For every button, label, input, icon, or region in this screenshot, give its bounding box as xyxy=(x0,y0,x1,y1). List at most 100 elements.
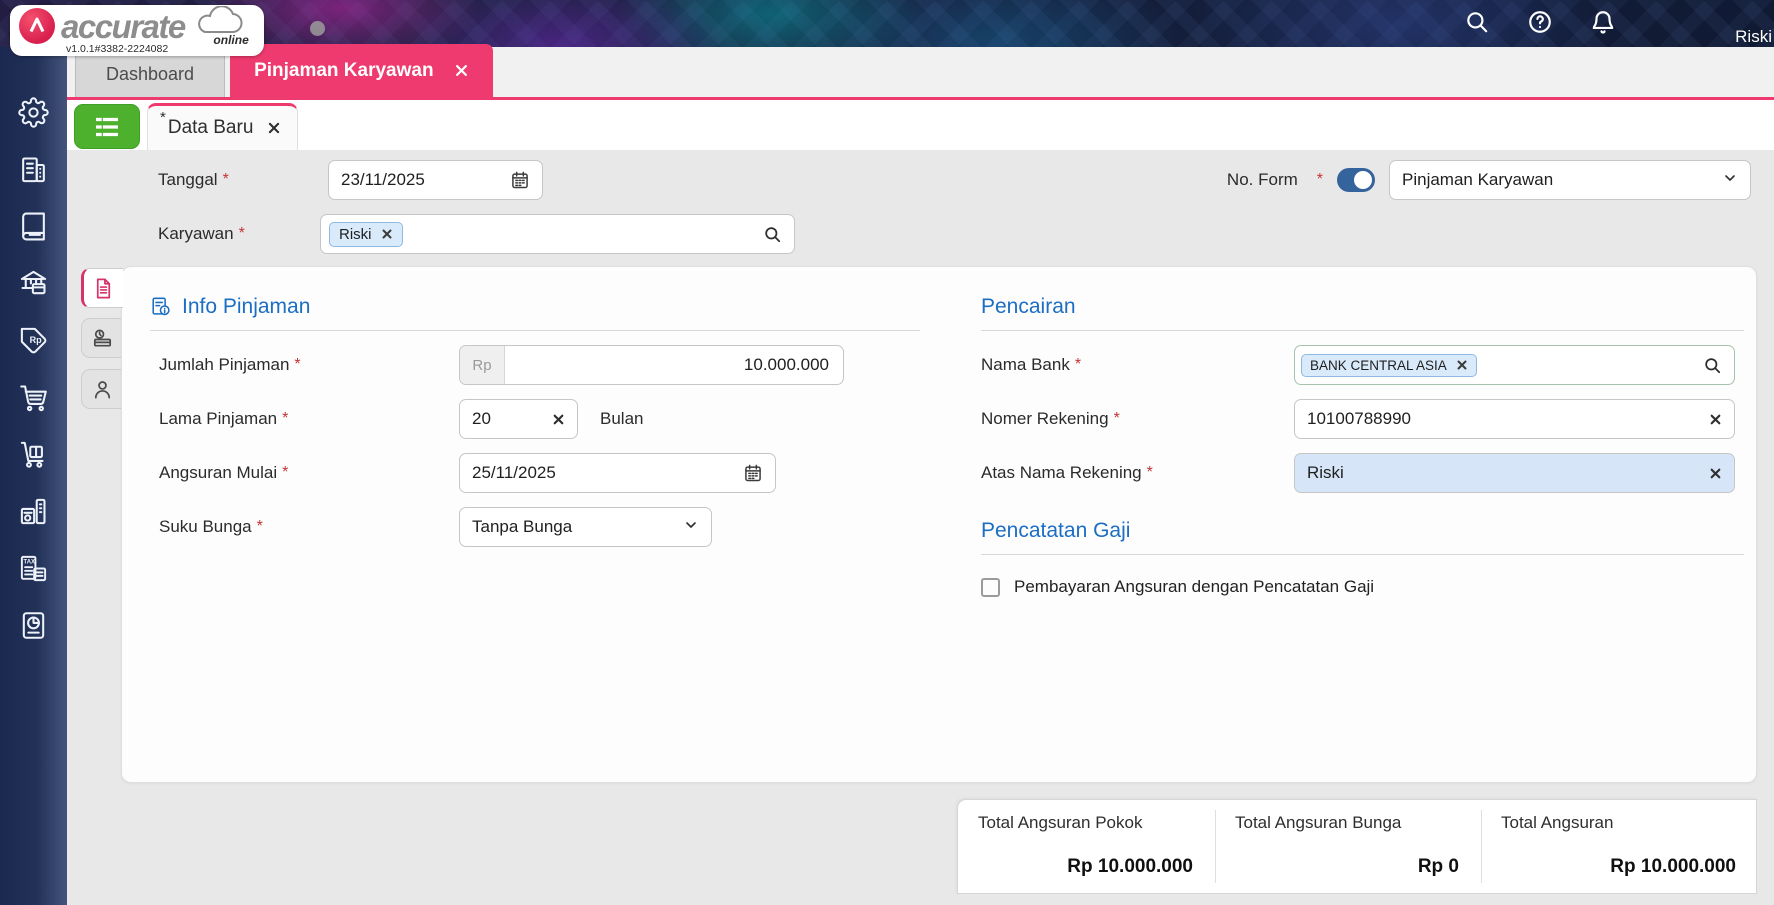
cash-clock-icon xyxy=(93,328,111,347)
section-divider xyxy=(150,330,920,331)
notifications-icon[interactable] xyxy=(1590,9,1616,35)
handtruck-icon xyxy=(20,441,44,468)
chevron-down-icon xyxy=(683,517,699,538)
jumlah-pinjaman-label: Jumlah Pinjaman xyxy=(159,355,290,374)
accurate-logo-icon xyxy=(19,8,55,44)
nomer-rekening-label: Nomer Rekening xyxy=(981,409,1109,428)
angsuran-mulai-input[interactable]: 25/11/2025 xyxy=(459,453,776,493)
remove-chip-icon xyxy=(1457,360,1467,370)
total-angsuran-bunga-value: Rp 0 xyxy=(1417,856,1459,877)
page-tab-bar: Dashboard Pinjaman Karyawan xyxy=(67,44,1774,100)
nomer-rekening-input[interactable]: 10100788990 xyxy=(1294,399,1735,439)
calendar-icon[interactable] xyxy=(510,170,530,190)
atas-nama-label: Atas Nama Rekening xyxy=(981,463,1142,482)
karyawan-chip[interactable]: Riski xyxy=(329,221,403,247)
jumlah-pinjaman-input[interactable]: Rp 10.000.000 xyxy=(459,345,844,385)
calendar-icon[interactable] xyxy=(743,463,763,483)
reports-icon xyxy=(22,611,45,639)
sidebar-item-tax[interactable]: TAX xyxy=(13,550,55,586)
total-angsuran-pokok-value: Rp 10.000.000 xyxy=(1067,856,1193,877)
sidebar-item-ledger[interactable] xyxy=(13,208,55,244)
suku-bunga-select[interactable]: Tanpa Bunga xyxy=(459,507,712,547)
list-icon xyxy=(96,117,118,136)
currency-prefix: Rp xyxy=(460,346,505,384)
panel-tab-detail[interactable] xyxy=(81,268,123,308)
cart-icon xyxy=(20,384,47,411)
sidebar-item-settings[interactable] xyxy=(13,94,55,130)
close-document-icon[interactable] xyxy=(267,121,281,135)
close-tab-icon[interactable] xyxy=(454,63,469,78)
main-sidebar: Rp TAX xyxy=(0,47,67,905)
section-divider xyxy=(981,554,1744,555)
tab-pinjaman-karyawan[interactable]: Pinjaman Karyawan xyxy=(230,44,493,97)
sidebar-item-cash-bank[interactable] xyxy=(13,265,55,301)
nama-bank-input[interactable]: BANK CENTRAL ASIA xyxy=(1294,345,1735,385)
nama-bank-label: Nama Bank xyxy=(981,355,1070,374)
search-icon[interactable] xyxy=(1464,9,1490,35)
app-window: Riski accurate online v1.0.1#3382-222408… xyxy=(0,0,1774,905)
karyawan-input[interactable]: Riski xyxy=(320,214,795,254)
sidebar-item-fixed-assets[interactable] xyxy=(13,493,55,529)
atas-nama-input[interactable]: Riski xyxy=(1294,453,1735,493)
top-header-bar: Riski xyxy=(0,0,1774,47)
info-document-icon xyxy=(152,297,170,316)
tanggal-label: Tanggal xyxy=(158,170,218,189)
no-form-label: No. Form xyxy=(1226,170,1298,189)
unsaved-mark: * xyxy=(160,109,166,126)
tab-data-baru[interactable]: * Data Baru xyxy=(147,103,299,150)
sidebar-item-sales[interactable]: Rp xyxy=(13,322,55,358)
clear-input-icon[interactable] xyxy=(1709,467,1722,480)
total-angsuran: Total Angsuran Rp 10.000.000 xyxy=(1481,800,1758,893)
info-pinjaman-header: Info Pinjaman xyxy=(150,295,920,319)
svg-text:TAX: TAX xyxy=(24,559,35,565)
chevron-down-icon xyxy=(1722,170,1738,191)
assets-icon xyxy=(20,498,46,524)
record-list-button[interactable] xyxy=(74,104,140,149)
no-form-select[interactable]: Pinjaman Karyawan xyxy=(1389,160,1751,200)
company-icon xyxy=(22,156,45,182)
sidebar-item-company[interactable] xyxy=(13,151,55,187)
panel-tab-employee[interactable] xyxy=(81,369,122,409)
document-icon xyxy=(96,278,111,298)
header-dot xyxy=(310,21,325,36)
no-form-toggle[interactable] xyxy=(1337,168,1375,192)
ledger-icon xyxy=(22,212,45,240)
sidebar-item-purchases[interactable] xyxy=(13,379,55,415)
total-angsuran-bunga: Total Angsuran Bunga Rp 0 xyxy=(1215,800,1481,893)
app-logo: accurate online v1.0.1#3382-2224082 xyxy=(10,5,264,56)
bank-chip[interactable]: BANK CENTRAL ASIA xyxy=(1301,353,1477,377)
total-angsuran-pokok: Total Angsuran Pokok Rp 10.000.000 xyxy=(978,813,1193,877)
tax-icon: TAX xyxy=(20,555,47,581)
user-name[interactable]: Riski xyxy=(1735,27,1772,47)
remove-chip-icon xyxy=(382,229,391,239)
section-divider xyxy=(981,330,1744,331)
pencatatan-gaji-checkbox[interactable] xyxy=(981,577,1000,597)
tab-dashboard[interactable]: Dashboard xyxy=(75,50,226,97)
document-tab-bar: * Data Baru xyxy=(67,100,1774,150)
person-icon xyxy=(94,380,110,399)
lookup-search-icon[interactable] xyxy=(1703,356,1722,375)
clear-input-icon[interactable] xyxy=(1709,413,1722,426)
sales-rp-tag-icon: Rp xyxy=(20,327,47,353)
help-icon[interactable] xyxy=(1527,9,1553,35)
clear-input-icon[interactable] xyxy=(552,413,565,426)
suku-bunga-label: Suku Bunga xyxy=(159,517,252,536)
lama-pinjaman-input[interactable]: 20 xyxy=(459,399,578,439)
brand-name: accurate xyxy=(61,7,186,45)
pencatatan-gaji-header: Pencatatan Gaji xyxy=(981,519,1131,542)
cloud-icon: online xyxy=(187,6,251,47)
totals-bar: Total Angsuran Pokok Rp 10.000.000 Total… xyxy=(957,799,1757,894)
sidebar-item-reports[interactable] xyxy=(13,607,55,643)
total-angsuran-value: Rp 10.000.000 xyxy=(1610,856,1736,877)
pencatatan-gaji-checkbox-label: Pembayaran Angsuran dengan Pencatatan Ga… xyxy=(1014,577,1375,596)
loan-detail-card: Info Pinjaman Jumlah Pinjaman * Rp 10.000… xyxy=(121,266,1757,783)
form-content: Tanggal * 23/11/2025 No. Form * Pinjaman K… xyxy=(67,150,1774,905)
lama-pinjaman-label: Lama Pinjaman xyxy=(159,409,278,428)
lookup-search-icon[interactable] xyxy=(763,225,782,244)
sidebar-item-inventory[interactable] xyxy=(13,436,55,472)
tanggal-input[interactable]: 23/11/2025 xyxy=(328,160,543,200)
lama-pinjaman-unit: Bulan xyxy=(600,409,644,428)
brand-sub: online xyxy=(213,33,249,47)
panel-tab-payment-history[interactable] xyxy=(81,318,122,358)
angsuran-mulai-label: Angsuran Mulai xyxy=(159,463,278,482)
